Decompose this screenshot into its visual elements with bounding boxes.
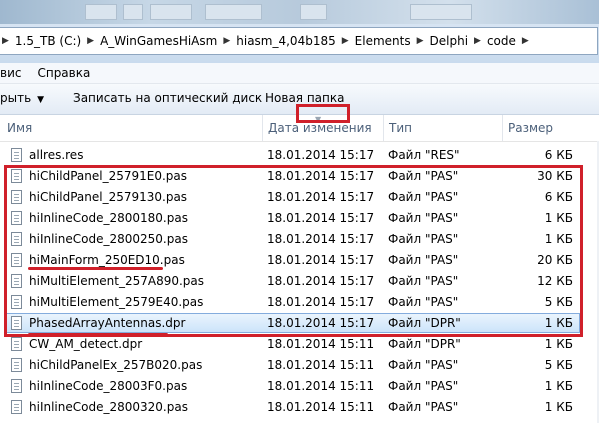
- file-date: 18.01.2014 15:11: [267, 337, 375, 351]
- burn-disc-button[interactable]: Записать на оптический диск: [73, 91, 262, 105]
- address-bar-area: ▶ 1.5_TB (C:) ▶ A_WinGamesHiAsm ▶ hiasm_…: [0, 0, 599, 63]
- annotation-box-files: [4, 165, 583, 337]
- file-size: 5 КБ: [544, 358, 573, 372]
- column-divider[interactable]: [383, 115, 384, 141]
- chevron-right-icon[interactable]: ▶: [85, 36, 96, 46]
- column-header-name[interactable]: Имя: [7, 121, 32, 135]
- menu-item-help[interactable]: Справка: [29, 66, 98, 80]
- breadcrumb-item[interactable]: code: [483, 34, 520, 48]
- open-button[interactable]: рыть ▼: [0, 91, 44, 105]
- menu-item-service[interactable]: вис: [0, 66, 29, 80]
- menu-bar: вис Справка: [0, 63, 599, 84]
- file-size: 6 КБ: [544, 148, 573, 162]
- blurred-button: [205, 4, 262, 20]
- new-folder-button[interactable]: Новая папка: [265, 91, 344, 105]
- file-type: Файл "PAS": [388, 400, 459, 414]
- file-icon: [11, 337, 22, 351]
- breadcrumb-item[interactable]: A_WinGamesHiAsm: [96, 34, 221, 48]
- file-type: Файл "RES": [388, 148, 460, 162]
- address-field[interactable]: ▶ 1.5_TB (C:) ▶ A_WinGamesHiAsm ▶ hiasm_…: [0, 27, 598, 55]
- file-type: Файл "DPR": [388, 337, 461, 351]
- file-name: CW_AM_detect.dpr: [29, 337, 143, 351]
- breadcrumb-item[interactable]: 1.5_TB (C:): [11, 34, 85, 48]
- list-item[interactable]: hiChildPanelEx_257B020.pas 18.01.2014 15…: [0, 355, 599, 376]
- chevron-right-icon[interactable]: ▶: [340, 36, 351, 46]
- file-name: hiInlineCode_28003F0.pas: [29, 379, 188, 393]
- blurred-title-strip: [0, 0, 599, 24]
- file-date: 18.01.2014 15:11: [267, 379, 375, 393]
- blurred-button: [85, 4, 117, 20]
- file-date: 18.01.2014 15:17: [267, 148, 375, 162]
- file-type: Файл "PAS": [388, 358, 459, 372]
- list-item[interactable]: allres.res 18.01.2014 15:17 Файл "RES" 6…: [0, 145, 599, 166]
- chevron-right-icon[interactable]: ▶: [472, 36, 483, 46]
- blurred-button: [300, 4, 327, 20]
- blurred-button: [410, 4, 472, 20]
- column-divider[interactable]: [502, 115, 503, 141]
- annotation-underline-dpr: [28, 333, 168, 336]
- annotation-underline-mainform: [28, 267, 163, 270]
- file-name: hiChildPanelEx_257B020.pas: [29, 358, 203, 372]
- annotation-box-sort: [296, 104, 350, 123]
- file-date: 18.01.2014 15:11: [267, 400, 375, 414]
- list-item[interactable]: hiInlineCode_2800320.pas 18.01.2014 15:1…: [0, 397, 599, 418]
- file-date: 18.01.2014 15:11: [267, 358, 375, 372]
- file-icon: [11, 358, 22, 372]
- blurred-button: [150, 4, 192, 20]
- file-icon: [11, 379, 22, 393]
- breadcrumb-item[interactable]: Elements: [351, 34, 415, 48]
- file-icon: [11, 400, 22, 414]
- dropdown-arrow-icon: ▼: [37, 95, 45, 105]
- breadcrumb-item[interactable]: Delphi: [426, 34, 473, 48]
- file-type: Файл "PAS": [388, 379, 459, 393]
- column-header-size[interactable]: Размер: [508, 121, 553, 135]
- file-size: 1 КБ: [544, 400, 573, 414]
- file-name: hiInlineCode_2800320.pas: [29, 400, 188, 414]
- column-header-type[interactable]: Тип: [389, 121, 412, 135]
- breadcrumb-item[interactable]: hiasm_4,04b185: [232, 34, 339, 48]
- file-size: 1 КБ: [544, 337, 573, 351]
- file-size: 1 КБ: [544, 379, 573, 393]
- list-item[interactable]: hiInlineCode_28003F0.pas 18.01.2014 15:1…: [0, 376, 599, 397]
- list-item[interactable]: CW_AM_detect.dpr 18.01.2014 15:11 Файл "…: [0, 334, 599, 355]
- file-name: allres.res: [29, 148, 84, 162]
- chevron-right-icon[interactable]: ▶: [415, 36, 426, 46]
- chevron-right-icon[interactable]: ▶: [520, 36, 531, 46]
- open-button-label: рыть: [0, 91, 32, 105]
- file-icon: [11, 148, 22, 162]
- chevron-right-icon[interactable]: ▶: [221, 36, 232, 46]
- blurred-button: [123, 4, 143, 20]
- chevron-right-icon[interactable]: ▶: [0, 36, 11, 46]
- column-divider[interactable]: [262, 115, 263, 141]
